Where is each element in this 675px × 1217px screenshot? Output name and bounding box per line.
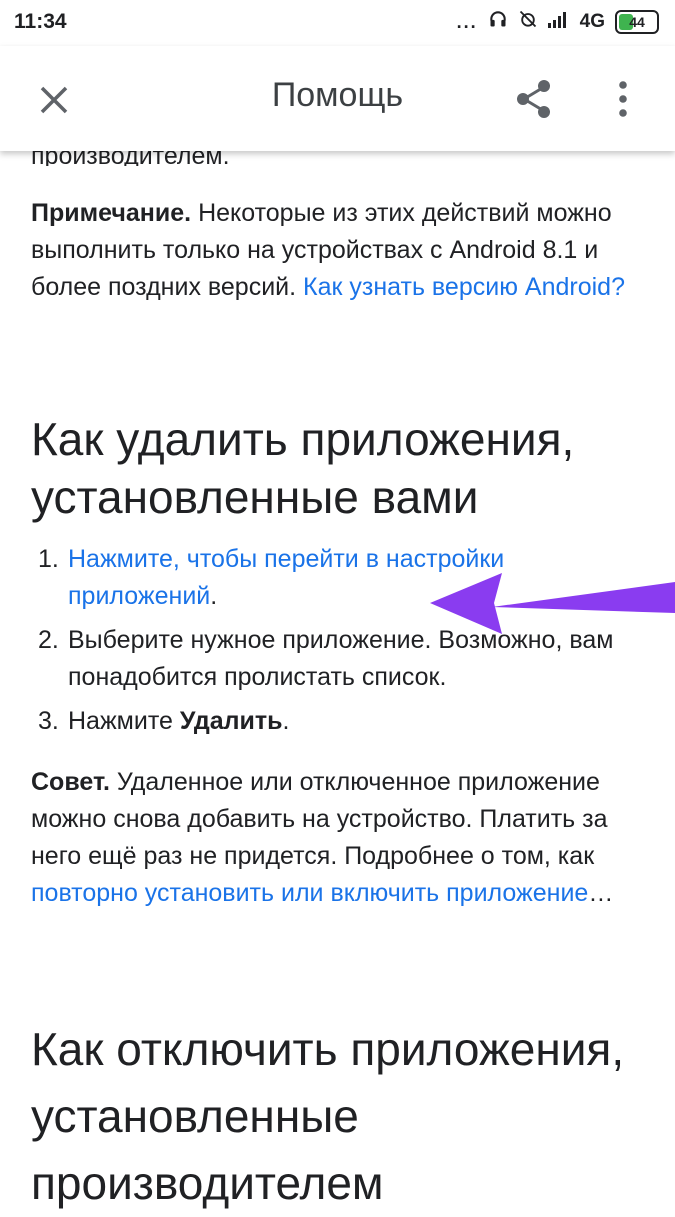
reinstall-link[interactable]: повторно установить или включить приложе… (31, 879, 588, 907)
share-button[interactable] (512, 76, 556, 122)
app-bar: Помощь (0, 46, 675, 151)
headphones-icon (488, 9, 508, 35)
tip-paragraph: Совет. Удаленное или отключенное приложе… (31, 764, 651, 912)
share-icon (517, 80, 550, 118)
tip-label: Совет. (31, 768, 110, 796)
step-number: 2. (38, 626, 59, 654)
alarm-off-icon (518, 9, 538, 35)
list-item: 3. Нажмите Удалить. (38, 703, 648, 740)
signal-icon (547, 10, 570, 34)
tip-ellipsis: … (588, 879, 614, 907)
step-text: Нажмите Удалить. (68, 703, 289, 740)
status-bar: 11:34 ... 4G 44 (0, 0, 675, 46)
note-paragraph: Примечание. Некоторые из этих действий м… (31, 195, 646, 306)
step-number: 1. (38, 545, 59, 573)
network-type: 4G (579, 11, 605, 32)
annotation-arrow (430, 573, 675, 634)
step-prefix: Нажмите (68, 707, 180, 735)
more-vert-icon (619, 81, 627, 117)
status-icons: ... 4G 44 (457, 9, 659, 35)
remove-apps-heading: Как удалить приложения, установленные ва… (31, 413, 575, 523)
uninstall-label: Удалить (179, 707, 283, 735)
page-title: Помощь (271, 76, 404, 114)
android-version-link[interactable]: Как узнать версию Android? (303, 273, 625, 301)
more-options-button[interactable] (608, 76, 638, 122)
step-suffix: . (210, 582, 218, 610)
notification-dots: ... (456, 11, 478, 32)
step-number: 3. (38, 707, 59, 735)
battery-level: 44 (629, 14, 645, 30)
status-time: 11:34 (14, 10, 67, 33)
battery-indicator: 44 (615, 10, 659, 34)
note-label: Примечание. (31, 199, 192, 227)
tip-text: Удаленное или отключенное приложение мож… (31, 768, 608, 870)
step-suffix: . (282, 707, 290, 735)
disable-apps-heading: Как отключить приложения, установленные … (31, 1023, 625, 1209)
